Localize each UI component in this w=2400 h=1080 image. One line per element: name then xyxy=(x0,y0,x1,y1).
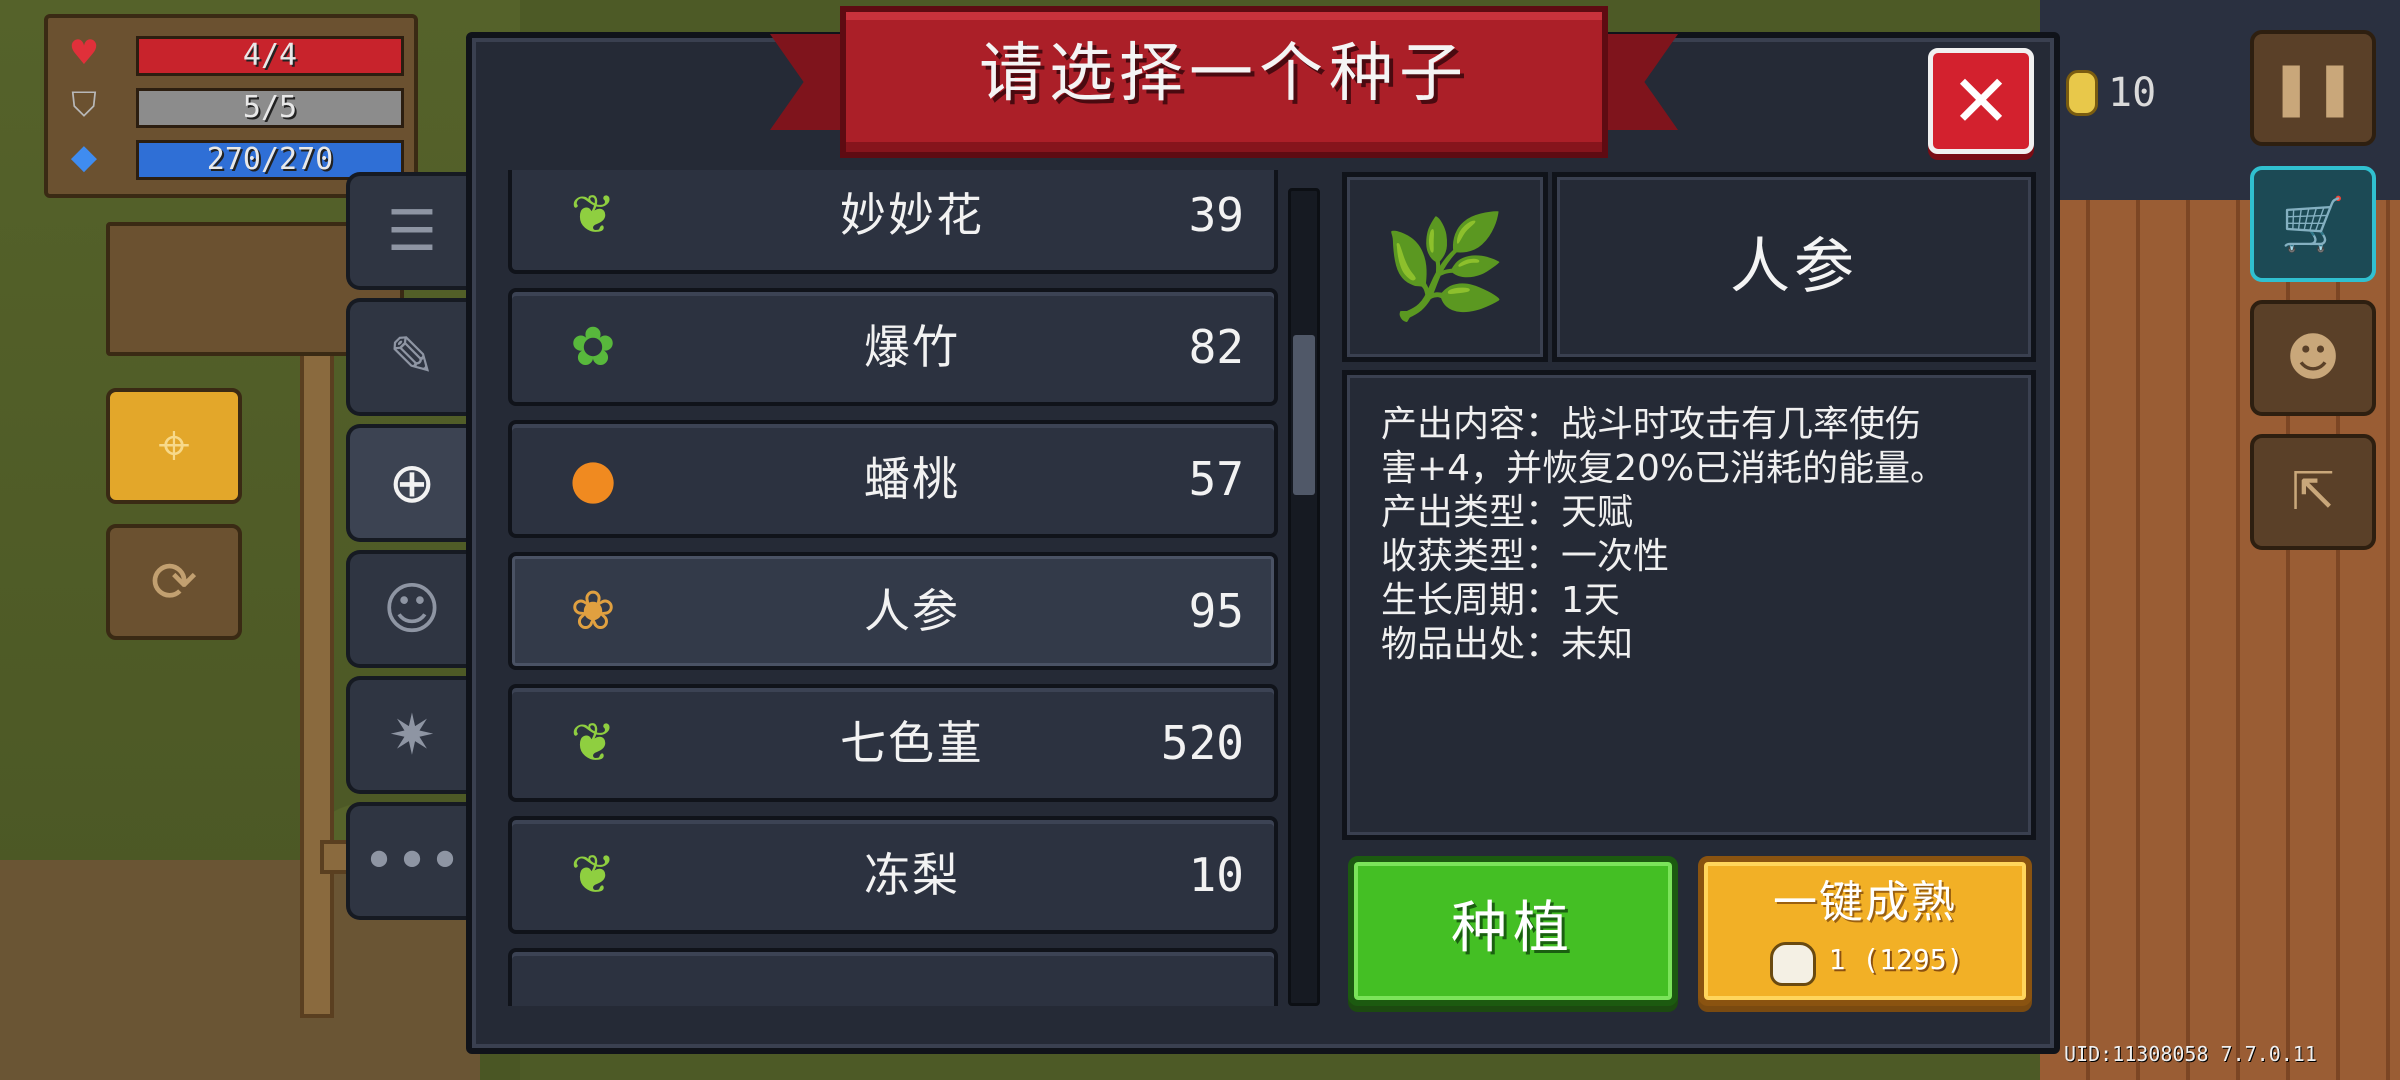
profile-button[interactable]: ☻ xyxy=(2250,300,2376,416)
bamboo-seed-icon: ✿ xyxy=(570,315,616,378)
instant-ripen-button[interactable]: 一键成熟 1 (1295) xyxy=(1698,856,2032,1006)
ginseng-seed-icon: ❀ xyxy=(570,579,616,642)
desc-line: 产出内容：战斗时攻击有几率使伤 xyxy=(1381,404,1922,445)
seed-icon: ⊕ xyxy=(388,450,436,516)
sprout-seed-icon: ❦ xyxy=(570,183,616,246)
seed-name: 蟠桃 xyxy=(864,452,960,506)
coin-count: 10 xyxy=(2108,70,2157,116)
desc-line: 生长周期：1天 xyxy=(1381,580,1620,621)
list-icon: ☰ xyxy=(386,198,438,264)
burst-icon: ✷ xyxy=(388,702,436,768)
list-item-selected[interactable]: ❀ 人参 95 xyxy=(508,552,1278,670)
desc-line: 产出类型：天赋 xyxy=(1381,492,1634,533)
tab-weapon[interactable]: ✎ xyxy=(346,298,474,416)
close-x-icon: ✕ xyxy=(1950,59,2012,143)
list-item[interactable]: ✿ 爆竹 82 xyxy=(508,288,1278,406)
heart-icon: ♥ xyxy=(68,33,100,73)
desc-line: 物品出处：未知 xyxy=(1381,624,1634,665)
fence-post xyxy=(300,330,334,1018)
health-text: 4/4 xyxy=(242,38,298,73)
exit-icon: ⇱ xyxy=(2291,462,2335,522)
list-item[interactable]: ● 蟠桃 57 xyxy=(508,420,1278,538)
detail-plant-image: 🌿 xyxy=(1342,172,1548,362)
health-bar: 4/4 xyxy=(136,36,404,76)
seed-price: 57 xyxy=(1188,452,1244,506)
plant-button[interactable]: 种植 xyxy=(1348,856,1678,1006)
desc-line: 害+4，并恢复20%已消耗的能量。 xyxy=(1381,448,1947,489)
armor-bar: 5/5 xyxy=(136,88,404,128)
seed-name: 冻梨 xyxy=(864,848,960,902)
detail-seed-name: 人参 xyxy=(1552,172,2036,362)
profile-icon: ☻ xyxy=(2285,328,2341,388)
cart-icon: 🛒 xyxy=(2280,194,2346,255)
swap-button[interactable]: ⟳ xyxy=(106,524,242,640)
pear-seed-icon: ❦ xyxy=(570,843,616,906)
armor-row: ⛉ 5/5 xyxy=(62,84,408,128)
ripen-label: 一键成熟 xyxy=(1773,877,1957,928)
pause-button[interactable]: ❚❚ xyxy=(2250,30,2376,146)
seed-list[interactable]: ❦ 妙妙花 39 ✿ 爆竹 82 ● 蟠桃 57 ❀ 人参 95 ❦ 七色堇 5… xyxy=(496,170,1296,1006)
tab-burst[interactable]: ✷ xyxy=(346,676,474,794)
location-pin-icon: ⌖ xyxy=(158,413,190,478)
seed-price: 95 xyxy=(1188,584,1244,638)
weapon-icon: ✎ xyxy=(388,324,436,390)
seed-price: 82 xyxy=(1188,320,1244,374)
more-icon: ••• xyxy=(362,828,462,894)
seed-price: 520 xyxy=(1160,716,1244,770)
coin-counter: 10 xyxy=(2066,58,2176,128)
shield-icon: ⛉ xyxy=(71,85,97,125)
shop-button[interactable]: 🛒 xyxy=(2250,166,2376,282)
list-scrollbar[interactable] xyxy=(1288,188,1320,1006)
seed-name: 七色堇 xyxy=(840,716,984,770)
list-item[interactable]: ❦ 冻梨 10 xyxy=(508,816,1278,934)
desc-line: 收获类型：一次性 xyxy=(1381,536,1670,577)
seed-price: 39 xyxy=(1188,188,1244,242)
tab-list[interactable]: ☰ xyxy=(346,172,474,290)
title-banner: 请选择一个种子 xyxy=(770,6,1678,158)
seed-name: 妙妙花 xyxy=(840,188,984,242)
coin-icon xyxy=(2066,70,2098,116)
location-pin-button[interactable]: ⌖ xyxy=(106,388,242,504)
scrollbar-thumb[interactable] xyxy=(1293,335,1315,496)
ripen-cost: 1 (1295) xyxy=(1828,943,1964,976)
list-item[interactable]: ❦ 妙妙花 39 xyxy=(508,170,1278,274)
seed-name: 爆竹 xyxy=(864,320,960,374)
pet-icon: ☺ xyxy=(382,576,442,642)
pause-icon: ❚❚ xyxy=(2269,58,2357,118)
health-row: ♥ 4/4 xyxy=(62,32,408,76)
peach-seed-icon: ● xyxy=(569,447,617,510)
tab-pet[interactable]: ☺ xyxy=(346,550,474,668)
banner-body: 请选择一个种子 xyxy=(840,6,1608,158)
seed-price: 10 xyxy=(1188,848,1244,902)
ginseng-plant-icon: 🌿 xyxy=(1382,208,1508,325)
seed-name: 人参 xyxy=(864,584,960,638)
close-button[interactable]: ✕ xyxy=(1928,48,2034,154)
uid-label: UID:11308058 7.7.0.11 xyxy=(2064,1042,2317,1066)
tab-seed[interactable]: ⊕ xyxy=(346,424,474,542)
detail-description: 产出内容：战斗时攻击有几率使伤 害+4，并恢复20%已消耗的能量。 产出类型：天… xyxy=(1342,370,2036,840)
dialog-title: 请选择一个种子 xyxy=(979,37,1469,111)
swap-icon: ⟳ xyxy=(150,549,198,615)
armor-text: 5/5 xyxy=(242,90,298,125)
list-item-partial[interactable] xyxy=(508,948,1278,1006)
energy-gem-icon: ◆ xyxy=(70,137,98,177)
tab-more[interactable]: ••• xyxy=(346,802,474,920)
exit-button[interactable]: ⇱ xyxy=(2250,434,2376,550)
list-item[interactable]: ❦ 七色堇 520 xyxy=(508,684,1278,802)
player-stats-panel: ♥ 4/4 ⛉ 5/5 ◆ 270/270 xyxy=(44,14,418,198)
rainbow-seed-icon: ❦ xyxy=(570,711,616,774)
